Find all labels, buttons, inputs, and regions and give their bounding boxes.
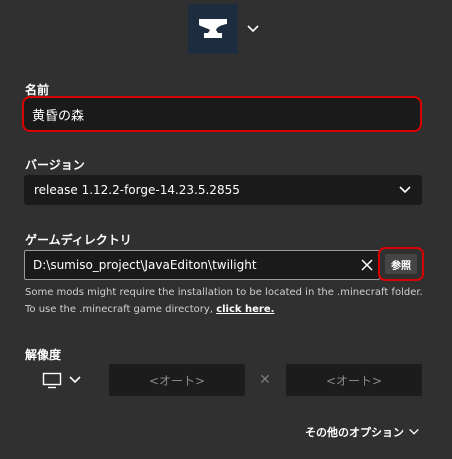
chevron-down-icon [409, 428, 419, 435]
chevron-down-icon[interactable] [246, 22, 260, 36]
use-minecraft-directory-link[interactable]: click here. [216, 304, 274, 315]
more-options-label: その他のオプション [305, 426, 404, 439]
resolution-height-input[interactable]: <オート> [286, 364, 422, 396]
game-directory-help: Some mods might require the installation… [25, 284, 425, 318]
game-directory-value: D:\sumiso_project\JavaEditon\twilight [33, 258, 257, 272]
clear-icon[interactable] [361, 259, 373, 271]
resolution-separator: ✕ [259, 372, 271, 388]
resolution-label: 解像度 [25, 348, 62, 362]
resolution-preset-dropdown[interactable] [42, 370, 86, 390]
anvil-icon [199, 19, 227, 38]
version-label: バージョン [25, 158, 85, 172]
name-input-value: 黄昏の森 [32, 108, 85, 124]
version-selected-value: release 1.12.2-forge-14.23.5.2855 [34, 183, 240, 197]
resolution-width-input[interactable]: <オート> [109, 364, 245, 396]
browse-button-highlight: 参照 [378, 247, 424, 281]
chevron-down-icon [69, 376, 81, 384]
chevron-down-icon [399, 186, 411, 194]
more-options-toggle[interactable]: その他のオプション [305, 422, 420, 442]
browse-button[interactable]: 参照 [385, 254, 417, 274]
name-input[interactable]: 黄昏の森 [22, 96, 422, 132]
monitor-icon [42, 372, 62, 388]
game-directory-input[interactable]: D:\sumiso_project\JavaEditon\twilight [24, 250, 380, 280]
profile-icon-tile[interactable] [188, 4, 238, 54]
profile-icon-selector[interactable] [188, 3, 268, 55]
game-directory-label: ゲームディレクトリ [25, 233, 132, 247]
version-select[interactable]: release 1.12.2-forge-14.23.5.2855 [24, 175, 422, 205]
